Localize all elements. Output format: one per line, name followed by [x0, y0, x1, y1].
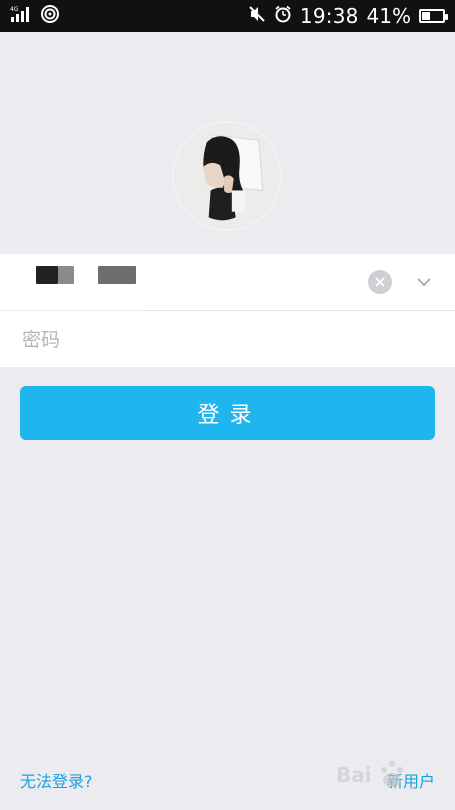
status-right: 19:38 41% — [248, 4, 448, 28]
password-field[interactable] — [20, 311, 424, 369]
alarm-icon — [274, 5, 292, 27]
login-button[interactable]: 登录 — [20, 386, 435, 440]
avatar — [172, 121, 282, 231]
cannot-login-link[interactable]: 无法登录? — [20, 768, 93, 792]
network-label: 4G — [10, 6, 19, 13]
clear-icon[interactable] — [368, 270, 392, 294]
avatar-photo — [174, 123, 280, 229]
redacted-block — [36, 266, 58, 284]
status-left: 4G — [10, 4, 60, 28]
redacted-block — [58, 266, 74, 284]
svg-text:Bai: Bai — [336, 763, 372, 787]
account-field[interactable] — [0, 254, 455, 310]
password-row — [0, 311, 455, 369]
login-form — [0, 254, 455, 369]
battery-percent: 41% — [366, 4, 411, 28]
battery-fill — [422, 12, 430, 20]
status-bar: 4G 19:38 41% — [0, 0, 455, 32]
new-user-link[interactable]: 新用户 — [387, 768, 435, 792]
mute-icon — [248, 5, 266, 27]
status-time: 19:38 — [299, 4, 359, 28]
signal-icon: 4G — [10, 5, 32, 27]
account-value-redacted — [36, 266, 136, 284]
redacted-block — [98, 266, 136, 284]
wifi-icon — [40, 4, 60, 28]
battery-icon — [419, 9, 448, 23]
chevron-down-icon[interactable] — [412, 270, 436, 294]
